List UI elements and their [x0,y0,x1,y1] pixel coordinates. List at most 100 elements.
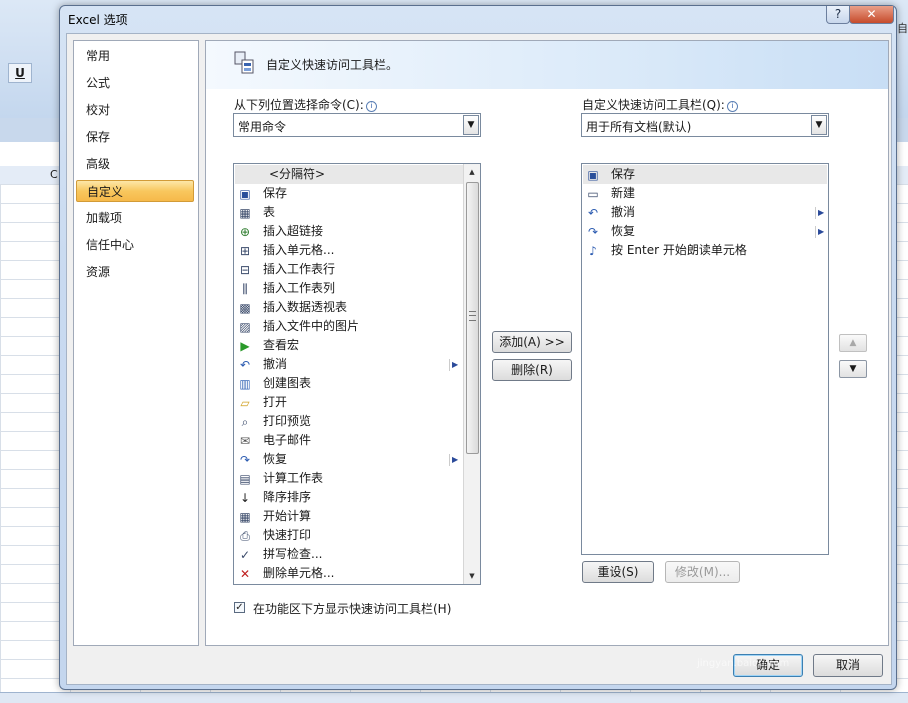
info-icon: i [365,101,377,112]
left-list-item[interactable]: ⊕ 插入超链接 [235,222,463,241]
close-button[interactable]: ✕ [849,6,894,24]
choose-commands-text: 从下列位置选择命令(C): [234,98,364,112]
nav-item-resources[interactable]: 资源 [76,261,194,283]
right-list-item[interactable]: ▣ 保存 [583,165,827,184]
left-list-item[interactable]: ↶ 撤消 ▶ [235,355,463,374]
panel-title: 自定义快速访问工具栏。 [266,58,399,72]
cancel-button[interactable]: 取消 [813,654,883,677]
right-list-item-label: 保存 [611,167,636,181]
scroll-up-icon[interactable]: ▲ [465,164,479,180]
right-list-item[interactable]: ↶ 撤消 ▶ [583,203,827,222]
nav-item-addins[interactable]: 加载项 [76,207,194,229]
left-list-item[interactable]: ▩ 插入数据透视表 [235,298,463,317]
choose-commands-value: 常用命令 [238,120,287,134]
printer-icon: ⎙ [240,529,250,543]
scroll-down-icon[interactable]: ▼ [465,568,479,584]
toolbar-commands-list[interactable]: ▣ 保存 ▭ 新建 ↶ 撤消 ▶ ↷ 恢复 ▶ ♪ 按 Enter 开始朗读单元格 [581,163,829,555]
left-list-item[interactable]: ▣ 保存 [235,184,463,203]
left-list-item-label: 表 [263,205,276,219]
left-list-item[interactable]: ▶ 查看宏 [235,336,463,355]
left-list-item[interactable]: ✕ 删除单元格... [235,564,463,583]
right-list-item[interactable]: ♪ 按 Enter 开始朗读单元格 [583,241,827,260]
submenu-arrow-icon[interactable]: ▶ [815,226,826,238]
left-list-item[interactable]: ⊞ 插入单元格... [235,241,463,260]
reset-button[interactable]: 重设(S) [582,561,654,583]
underline-button[interactable]: U [8,63,32,83]
vertical-scrollbar[interactable]: ▲ ▼ [463,164,480,584]
undo-icon: ↶ [587,206,599,220]
nav-item-advanced[interactable]: 高级 [76,153,194,175]
submenu-arrow-icon[interactable]: ▶ [815,207,826,219]
chevron-down-icon[interactable]: ▼ [463,115,479,135]
print-preview-icon: ⌕ [241,415,249,429]
left-list-item-label: <分隔符> [269,167,326,181]
left-list-item[interactable]: ✓ 拼写检查... [235,545,463,564]
left-list-item[interactable]: ⊟ 插入工作表行 [235,260,463,279]
floppy-icon: ▣ [587,168,599,182]
left-list-item-label: 插入文件中的图片 [263,319,360,333]
left-list-item[interactable]: ▦ 开始计算 [235,507,463,526]
dialog-body: 常用 公式 校对 保存 高级 自定义 加载项 信任中心 资源 自定义快速访问工具… [66,33,892,685]
excel-options-dialog: Excel 选项 ? ✕ 常用 公式 校对 保存 高级 自定义 加载项 信任中心… [59,5,897,690]
left-list-item-label: 打开 [263,395,288,409]
left-list-item-label: 降序排序 [263,490,312,504]
left-list-item-label: 撤消 [263,357,288,371]
modify-button[interactable]: 修改(M)... [665,561,740,583]
nav-item-formulas[interactable]: 公式 [76,72,194,94]
left-list-item-label: 计算工作表 [263,471,324,485]
calc-icon: ▤ [239,472,251,486]
watermark-logo: Baidu经验 [700,616,849,649]
left-list-item-label: 开始计算 [263,509,312,523]
nav-item-general[interactable]: 常用 [76,45,194,67]
right-list-item[interactable]: ▭ 新建 [583,184,827,203]
spell-icon: ✓ [239,548,251,562]
left-list-item[interactable]: ▥ 创建图表 [235,374,463,393]
customize-toolbar-combo[interactable]: 用于所有文档(默认) ▼ [581,113,829,137]
left-list-item-label: 插入超链接 [263,224,324,238]
grip-icon [469,311,476,321]
show-below-ribbon-checkbox[interactable]: ✓ [234,602,245,613]
left-list-item-label: 插入单元格... [263,243,335,257]
left-list-item-label: 查看宏 [263,338,300,352]
help-button[interactable]: ? [826,6,850,24]
left-list-item[interactable]: <分隔符> [235,165,463,184]
submenu-arrow-icon[interactable]: ▶ [449,454,460,466]
right-list-item[interactable]: ↷ 恢复 ▶ [583,222,827,241]
scroll-thumb[interactable] [466,182,479,454]
available-commands-list[interactable]: <分隔符> ▣ 保存 ▦ 表 ⊕ 插入超链接 ⊞ 插入单元格... ⊟ 插入工作表行 ⫼ 插入工作表列 ▩… [233,163,481,585]
nav-item-customize[interactable]: 自定义 [76,180,194,202]
redo-icon: ↷ [239,453,251,467]
left-list-item[interactable]: ✉ 电子邮件 [235,431,463,450]
nav-item-proofing[interactable]: 校对 [76,99,194,121]
left-list-item[interactable]: ⌕ 打印预览 [235,412,463,431]
left-list-item[interactable]: ⫼ 插入工作表列 [235,279,463,298]
undo-icon: ↶ [239,358,251,372]
move-down-button[interactable]: ▼ [839,360,867,378]
dialog-title: Excel 选项 [68,13,128,27]
choose-commands-label: 从下列位置选择命令(C): i [234,96,377,113]
customize-toolbar-value: 用于所有文档(默认) [586,120,692,134]
hyperlink-icon: ⊕ [239,225,251,239]
left-list-item[interactable]: ▤ 计算工作表 [235,469,463,488]
left-list-item[interactable]: ⎙ 快速打印 [235,526,463,545]
chevron-down-icon[interactable]: ▼ [811,115,827,135]
add-button[interactable]: 添加(A) >> [492,331,572,353]
left-list-item[interactable]: ▦ 表 [235,203,463,222]
new-doc-icon: ▭ [587,187,599,201]
left-list-item[interactable]: ▨ 插入文件中的图片 [235,317,463,336]
submenu-arrow-icon[interactable]: ▶ [449,359,460,371]
remove-button[interactable]: 删除(R) [492,359,572,381]
nav-item-trust-center[interactable]: 信任中心 [76,234,194,256]
left-list-item[interactable]: ▱ 打开 [235,393,463,412]
right-list-item-label: 新建 [611,186,636,200]
choose-commands-combo[interactable]: 常用命令 ▼ [233,113,481,137]
insert-cells-icon: ⊞ [239,244,251,258]
right-list-item-label: 按 Enter 开始朗读单元格 [611,243,747,257]
sheet-tabs [0,692,908,703]
left-list-item-label: 电子邮件 [263,433,312,447]
nav-item-save[interactable]: 保存 [76,126,194,148]
move-up-button[interactable]: ▲ [839,334,867,352]
column-c-label: C [50,168,58,181]
left-list-item[interactable]: ↓ 降序排序 [235,488,463,507]
left-list-item[interactable]: ↷ 恢复 ▶ [235,450,463,469]
